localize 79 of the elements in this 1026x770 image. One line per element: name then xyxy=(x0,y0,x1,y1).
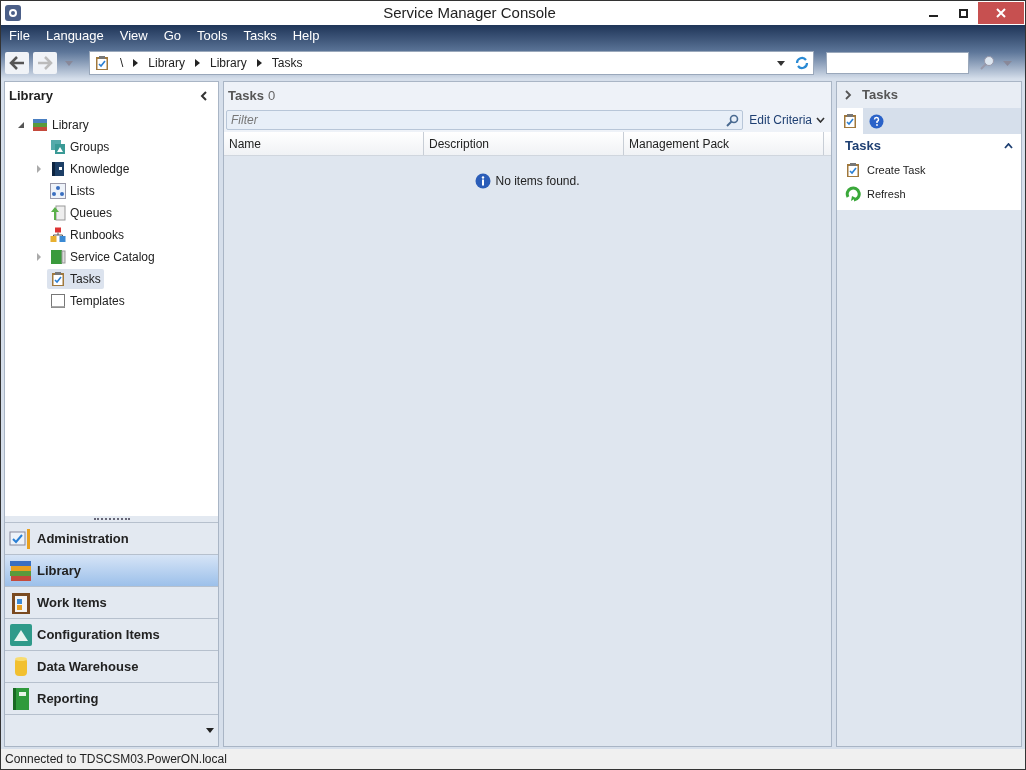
edit-criteria-button[interactable]: Edit Criteria xyxy=(749,111,829,129)
group-icon xyxy=(50,139,66,155)
status-text: Connected to TDSCSM03.PowerON.local xyxy=(5,751,227,768)
queue-icon xyxy=(50,205,66,221)
item-count: 0 xyxy=(267,87,276,106)
tree-item[interactable]: Groups xyxy=(47,137,113,157)
close-icon xyxy=(996,8,1006,18)
window-title: Service Manager Console xyxy=(382,2,557,23)
books-icon xyxy=(9,559,33,582)
menu-item[interactable]: Help xyxy=(292,26,320,46)
panel-tab[interactable] xyxy=(837,108,863,134)
panel-title: Library xyxy=(9,87,54,106)
separator-arrow-icon[interactable] xyxy=(195,59,201,67)
tree-item[interactable]: Library xyxy=(29,115,92,135)
menu-item[interactable]: Tasks xyxy=(243,26,277,46)
search-field[interactable] xyxy=(826,52,969,74)
refresh-icon[interactable] xyxy=(795,56,809,70)
search-icon[interactable] xyxy=(726,114,740,127)
panel-title: Tasks xyxy=(862,86,898,105)
menu-item[interactable]: View xyxy=(119,26,148,46)
template-icon xyxy=(50,293,66,309)
workspace-button[interactable]: Configuration Items xyxy=(5,618,218,650)
workspace-button[interactable]: Data Warehouse xyxy=(5,650,218,682)
address-bar[interactable]: \ Library Library Tasks xyxy=(89,51,814,75)
app-icon[interactable] xyxy=(5,5,21,21)
collapse-icon[interactable] xyxy=(1004,143,1013,149)
tree-item[interactable]: Tasks xyxy=(47,269,104,289)
refresh-icon xyxy=(845,186,861,202)
admin-icon xyxy=(9,526,33,551)
tree-item[interactable]: Queues xyxy=(47,203,116,223)
list-icon xyxy=(50,183,66,199)
collapse-icon[interactable] xyxy=(200,91,208,101)
workspace-button[interactable]: Reporting xyxy=(5,682,218,714)
tree-item[interactable]: Runbooks xyxy=(47,225,128,245)
clipboard-icon xyxy=(842,113,858,129)
breadcrumb-item[interactable]: \ xyxy=(120,54,124,72)
menu-item[interactable]: File xyxy=(9,26,30,46)
action-link[interactable]: Refresh xyxy=(867,185,906,203)
separator-arrow-icon[interactable] xyxy=(133,59,139,67)
runbook-icon xyxy=(50,227,66,243)
tree-item[interactable]: Knowledge xyxy=(47,159,133,179)
breadcrumb-item[interactable]: Library xyxy=(210,54,247,72)
clipboard-icon xyxy=(94,55,110,71)
task-icon xyxy=(50,271,66,287)
back-button[interactable] xyxy=(5,52,29,74)
column-header[interactable]: Management Pack xyxy=(624,132,824,155)
search-icon[interactable] xyxy=(979,55,995,71)
tree-item[interactable]: Templates xyxy=(47,291,128,311)
task-icon xyxy=(845,162,861,178)
menu-item[interactable]: Tools xyxy=(197,26,228,46)
menu-item[interactable]: Language xyxy=(45,26,104,46)
triangle-tile-icon xyxy=(9,622,33,647)
clipboard-icon xyxy=(9,590,33,615)
empty-message: No items found. xyxy=(495,173,580,190)
books-icon xyxy=(32,118,48,132)
column-header[interactable]: Name xyxy=(224,132,424,155)
workspace-button[interactable]: Library xyxy=(5,554,218,586)
dropdown-icon[interactable] xyxy=(777,60,785,66)
tree-item[interactable]: Lists xyxy=(47,181,98,201)
chevron-down-icon xyxy=(816,117,825,123)
expand-icon[interactable] xyxy=(845,90,852,100)
column-header[interactable]: Description xyxy=(424,132,624,155)
info-icon xyxy=(475,173,492,189)
book-icon xyxy=(50,161,66,177)
breadcrumb-item[interactable]: Tasks xyxy=(271,54,303,72)
workspace-button[interactable]: Work Items xyxy=(5,586,218,618)
panel-title: Tasks xyxy=(228,87,264,106)
tree-item[interactable]: Service Catalog xyxy=(47,247,158,267)
action-link[interactable]: Create Task xyxy=(867,161,926,179)
breadcrumb-item[interactable]: Library xyxy=(148,54,186,72)
catalog-icon xyxy=(50,249,66,265)
help-icon xyxy=(868,113,884,129)
menu-item[interactable]: Go xyxy=(163,26,182,46)
filter-field[interactable]: Filter xyxy=(226,110,744,130)
section-title: Tasks xyxy=(845,137,881,156)
close-button[interactable] xyxy=(978,2,1024,24)
separator-arrow-icon[interactable] xyxy=(256,59,262,67)
expander-icon[interactable] xyxy=(17,121,25,129)
dropdown-icon[interactable] xyxy=(206,728,214,733)
